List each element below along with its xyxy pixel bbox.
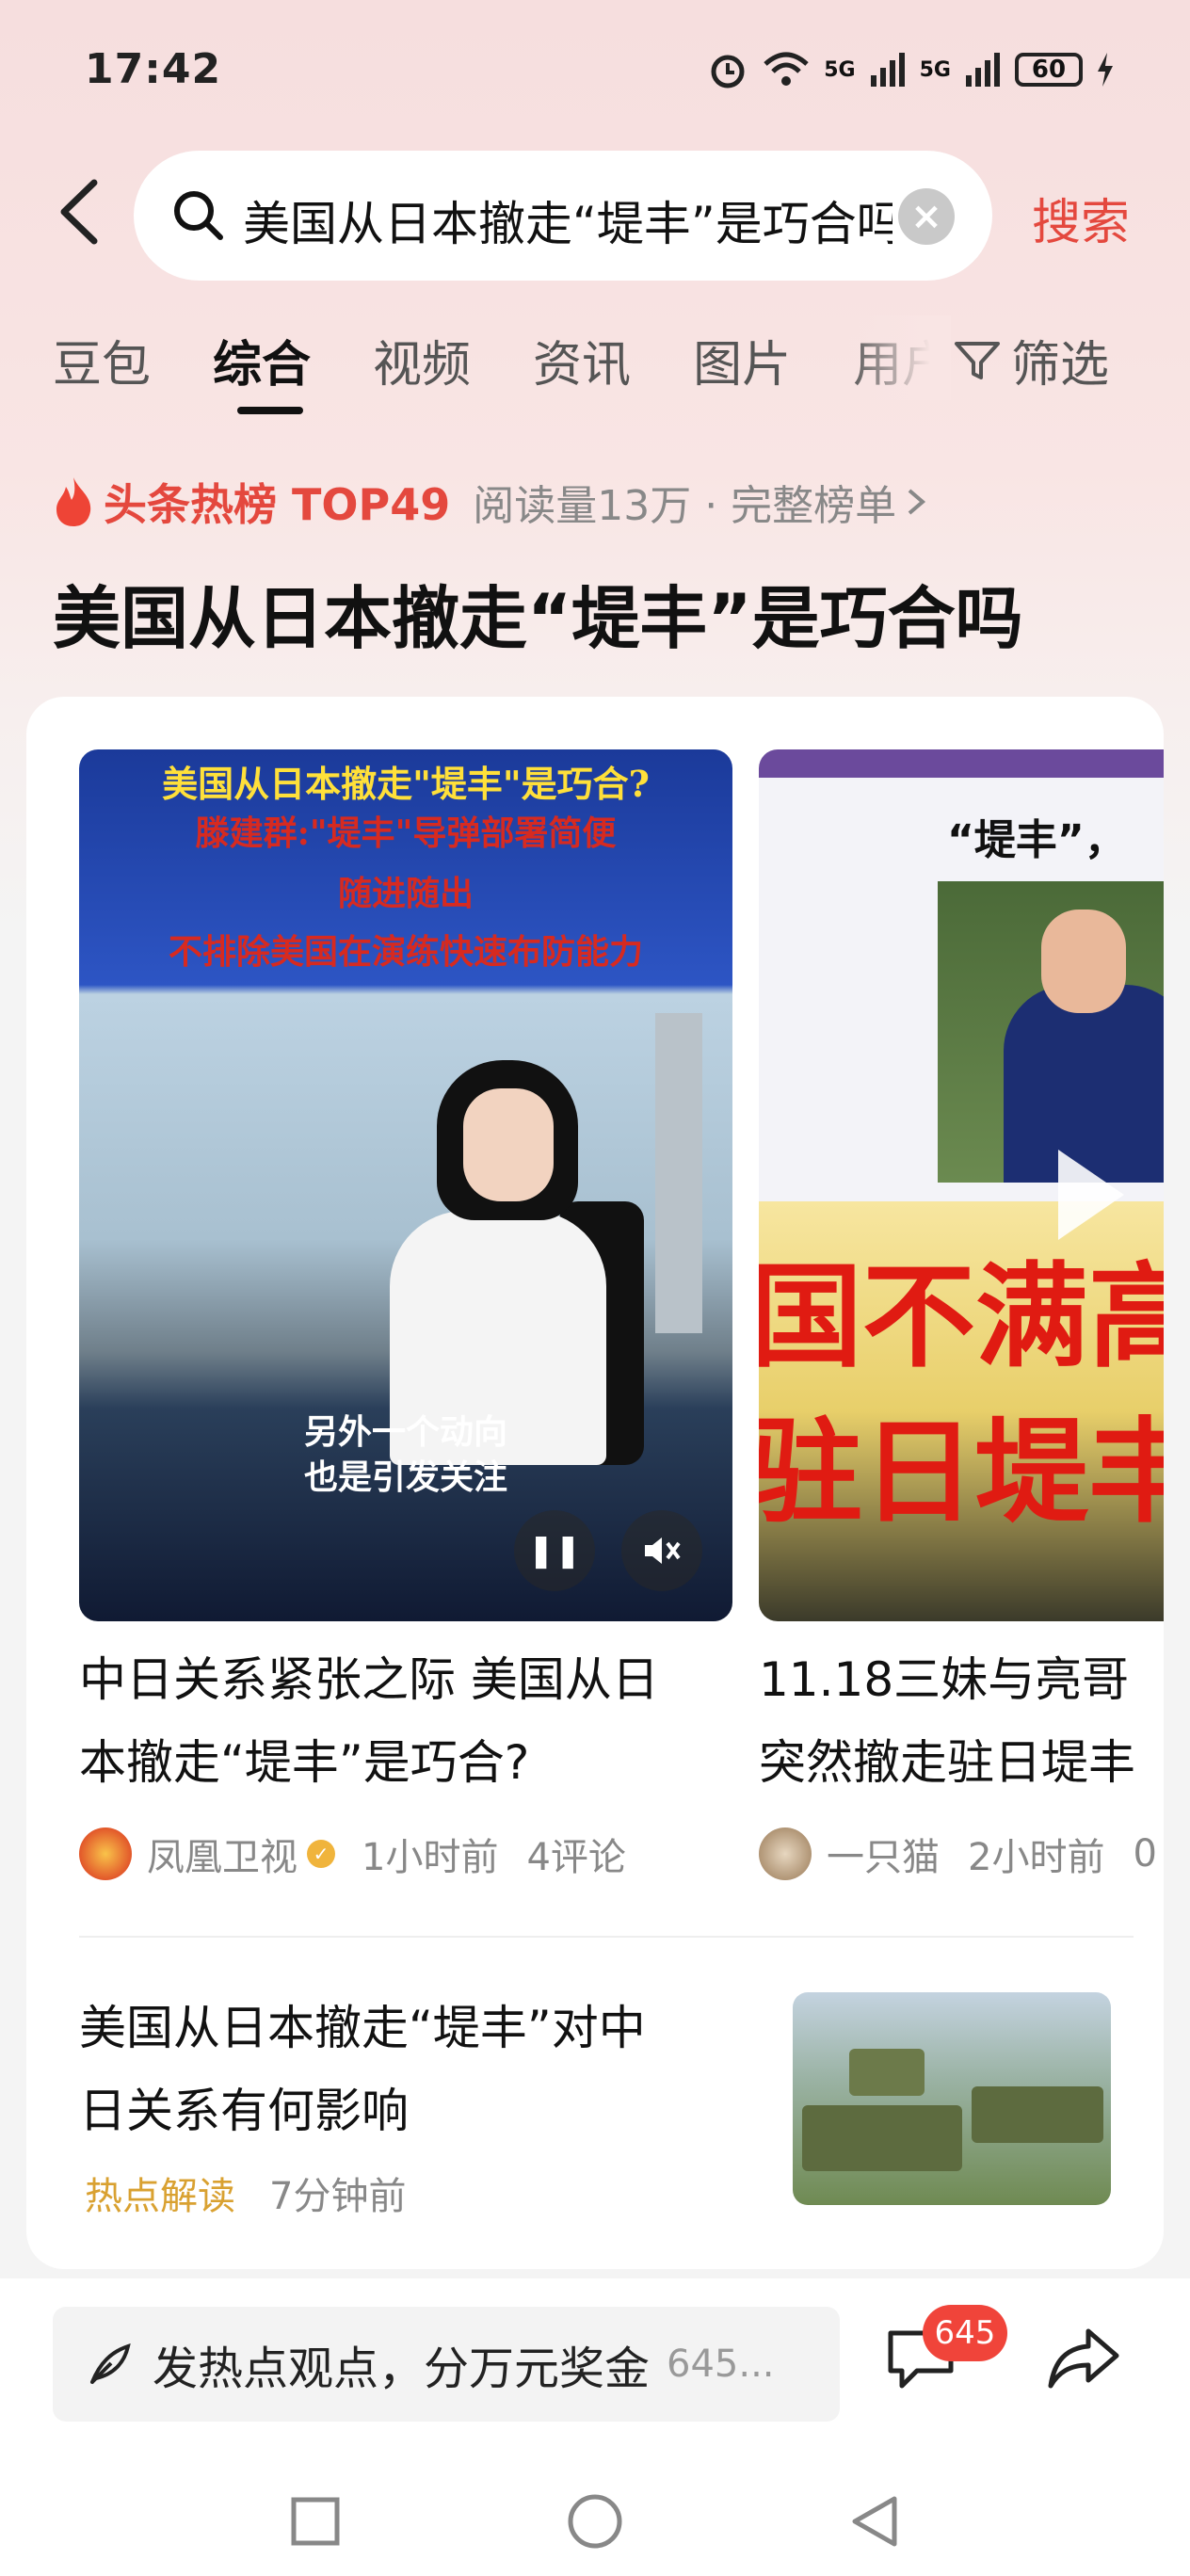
back-arrow-icon[interactable] <box>56 179 100 245</box>
chevron-right-icon <box>908 489 926 515</box>
filter-label: 筛选 <box>1011 337 1110 394</box>
comment-count-badge: 645 <box>923 2305 1007 2361</box>
back-triangle-icon[interactable] <box>849 2493 900 2550</box>
launcher-vehicle-2 <box>972 2086 1103 2143</box>
video2-title[interactable]: 11.18三妹与亮哥 突然撤走驻日堤丰 <box>759 1638 1164 1804</box>
close-icon: × <box>910 195 942 238</box>
filter-button[interactable]: 筛选 <box>953 325 1109 395</box>
article-tag: 热点解读 <box>85 2175 235 2218</box>
video2-overlay-big2: 驻日堤丰 <box>759 1408 1164 1538</box>
video1-overlay-line4: 不排除美国在演练快速布防能力 <box>168 932 643 972</box>
anchor-face <box>463 1088 554 1201</box>
share-icon[interactable] <box>1047 2326 1122 2391</box>
comment-input[interactable]: 发热点观点，分万元奖金 645... <box>53 2307 840 2422</box>
video1-overlay-line2: 滕建群:"堤丰"导弹部署简便 <box>195 813 617 853</box>
verified-badge-icon: ✓ <box>307 1840 335 1868</box>
video2-title-line2: 突然撤走驻日堤丰 <box>759 1735 1135 1790</box>
clear-search-button[interactable]: × <box>898 188 955 245</box>
search-button[interactable]: 搜索 <box>1032 183 1130 253</box>
video1-title-line2: 本撤走“堤丰”是巧合? <box>79 1735 530 1790</box>
search-icon <box>174 191 223 240</box>
video1-source[interactable]: 凤凰卫视 <box>147 1827 298 1881</box>
tab-comprehensive[interactable]: 综合 <box>213 325 311 395</box>
hot-rank-meta: 阅读量13万 · 完整榜单 <box>473 482 897 530</box>
charging-icon <box>1098 53 1113 87</box>
play-icon[interactable] <box>1058 1150 1124 1240</box>
skyline-tower <box>655 1013 702 1333</box>
pause-icon: ❚❚ <box>527 1532 582 1570</box>
launcher-vehicle <box>802 2105 962 2171</box>
hot-topic-title: 美国从日本撤走“堤丰”是巧合吗 <box>53 579 1023 658</box>
video2-meta: 一只猫 2小时前 0 <box>759 1827 1157 1881</box>
video2-title-line1: 11.18三妹与亮哥 <box>759 1652 1130 1707</box>
hot-rank-label: 头条热榜 TOP49 <box>104 479 451 530</box>
home-circle-icon[interactable] <box>567 2493 623 2550</box>
status-time: 17:42 <box>85 45 222 93</box>
status-icons: 5G 5G 60 <box>707 49 1115 90</box>
signal-icon-2 <box>966 53 1000 87</box>
video2-source[interactable]: 一只猫 <box>827 1827 940 1881</box>
video1-subtitle-line2: 也是引发关注 <box>303 1457 507 1497</box>
tab-news[interactable]: 资讯 <box>533 325 631 395</box>
video1-title[interactable]: 中日关系紧张之际 美国从日 本撤走“堤丰”是巧合? <box>79 1638 757 1804</box>
article-meta: 热点解读 7分钟前 <box>85 2165 406 2220</box>
article-title-line1: 美国从日本撤走“堤丰”对中 <box>79 2001 646 2055</box>
wifi-icon <box>764 52 809 86</box>
signal-icon <box>870 53 905 87</box>
article-thumbnail[interactable] <box>793 1992 1111 2205</box>
system-nav-bar <box>0 2467 1190 2576</box>
video-thumbnail-1[interactable]: 美国从日本撤走"堤丰"是巧合? 滕建群:"堤丰"导弹部署简便 随进随出 不排除美… <box>79 749 732 1621</box>
hot-rank-row[interactable]: 头条热榜 TOP49 阅读量13万 · 完整榜单 <box>53 471 928 533</box>
article-title[interactable]: 美国从日本撤走“堤丰”对中 日关系有何影响 <box>79 1987 757 2152</box>
video1-subtitle-line1: 另外一个动向 <box>303 1412 507 1452</box>
tab-images[interactable]: 图片 <box>693 325 791 395</box>
user-avatar[interactable] <box>759 1827 812 1880</box>
video2-figure-face <box>1041 910 1126 1013</box>
video2-top-band <box>759 749 1164 778</box>
video1-comments: 4评论 <box>526 1836 626 1879</box>
video1-time: 1小时前 <box>362 1836 499 1879</box>
tab-doubao[interactable]: 豆包 <box>53 325 151 395</box>
filter-icon <box>955 341 1000 379</box>
recents-square-icon[interactable] <box>290 2496 341 2547</box>
active-tab-indicator <box>237 407 303 414</box>
video1-title-line1: 中日关系紧张之际 美国从日 <box>79 1652 659 1707</box>
pause-button[interactable]: ❚❚ <box>514 1510 595 1591</box>
comment-count-text: 645... <box>667 2343 775 2386</box>
launcher-module <box>849 2049 925 2096</box>
network-label-right: 5G <box>919 57 951 82</box>
video1-overlay-line3: 随进随出 <box>337 874 474 913</box>
pen-icon <box>90 2343 131 2384</box>
video2-overlay-top: “堤丰”， <box>947 816 1126 864</box>
search-query-text[interactable]: 美国从日本撤走“堤丰”是巧合吗 <box>243 186 892 254</box>
mute-button[interactable] <box>621 1510 702 1591</box>
comment-prompt: 发热点观点，分万元奖金 <box>153 2343 651 2395</box>
article-title-line2: 日关系有何影响 <box>79 2084 409 2138</box>
alarm-icon <box>711 55 745 89</box>
tab-fade <box>847 315 951 400</box>
search-input[interactable]: 美国从日本撤走“堤丰”是巧合吗 × <box>134 151 992 281</box>
phoenix-tv-avatar[interactable] <box>79 1827 132 1880</box>
video-thumbnail-2[interactable]: “堤丰”， 国不满高 驻日堤丰 <box>759 749 1164 1621</box>
video2-comments: 0 <box>1133 1832 1157 1876</box>
video2-time: 2小时前 <box>968 1836 1105 1879</box>
video2-overlay-big1: 国不满高 <box>759 1252 1164 1383</box>
article-time: 7分钟前 <box>269 2175 407 2218</box>
muted-speaker-icon <box>645 1538 681 1564</box>
flame-icon <box>56 477 91 526</box>
video1-meta: 凤凰卫视 ✓ 1小时前 4评论 <box>79 1827 626 1881</box>
tab-video[interactable]: 视频 <box>373 325 471 395</box>
video1-overlay-line1: 美国从日本撤走"堤丰"是巧合? <box>162 763 650 805</box>
divider <box>79 1936 1134 1938</box>
results-card: 美国从日本撤走"堤丰"是巧合? 滕建群:"堤丰"导弹部署简便 随进随出 不排除美… <box>26 697 1164 2269</box>
battery-indicator: 60 <box>1015 53 1083 87</box>
network-label-left: 5G <box>824 57 856 82</box>
